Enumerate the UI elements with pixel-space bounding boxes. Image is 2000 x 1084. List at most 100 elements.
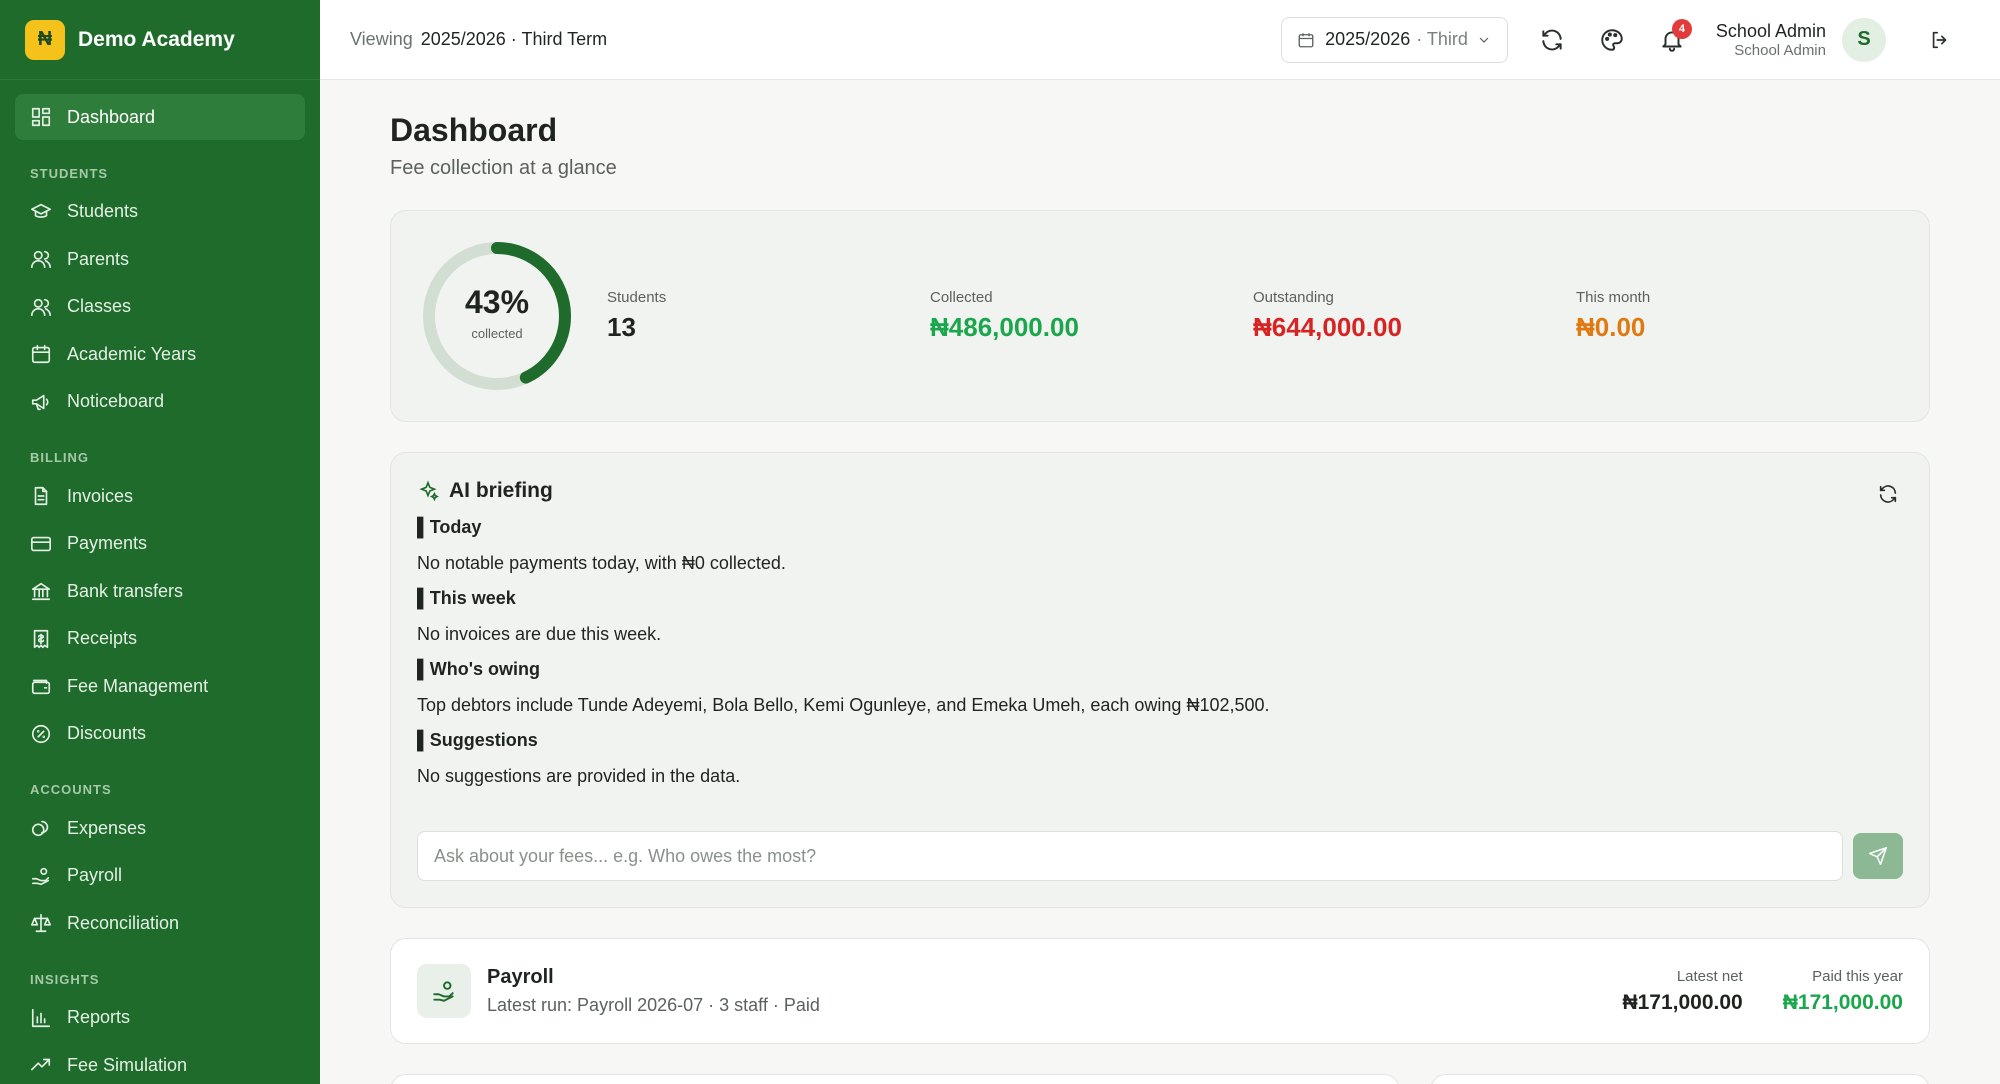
stat-label: Collected [930, 289, 993, 306]
briefing-text-suggestions: No suggestions are provided in the data. [417, 766, 741, 786]
sidebar-item-fee-simulation[interactable]: Fee Simulation [15, 1042, 305, 1084]
page-subtitle: Fee collection at a glance [390, 157, 617, 179]
ring-label: collected [471, 326, 523, 341]
refresh-icon [1877, 483, 1899, 505]
viewing-label: Viewing [350, 29, 413, 49]
sidebar-item-label: Dashboard [67, 106, 156, 127]
sidebar-item-label: Classes [67, 296, 132, 316]
sidebar-item-academic-years[interactable]: Academic Years [15, 331, 305, 377]
sidebar-item-expenses[interactable]: Expenses [15, 805, 305, 851]
stat-this-month: This month ₦0.00 [1576, 289, 1899, 343]
briefing-refresh-button[interactable] [1877, 483, 1899, 510]
user-name: School Admin [1715, 20, 1826, 41]
term-select-year: 2025/2026 [1325, 29, 1411, 49]
calendar-icon [30, 343, 52, 365]
term-select[interactable]: 2025/2026 · Third [1281, 16, 1508, 63]
stat-label: Outstanding [1253, 289, 1334, 306]
sidebar-item-label: Payments [67, 533, 148, 553]
sidebar-item-label: Noticeboard [67, 391, 165, 411]
sidebar-item-receipts[interactable]: Receipts [15, 616, 305, 662]
payroll-title: Payroll [487, 966, 554, 988]
term-select-term: · Third [1416, 29, 1468, 49]
sidebar-item-label: Students [67, 201, 139, 221]
payroll-card[interactable]: Payroll Latest run: Payroll 2026-07 · 3 … [390, 938, 1930, 1044]
sidebar-item-dashboard[interactable]: Dashboard [15, 94, 305, 140]
briefing-heading-week: ▌This week [417, 588, 516, 608]
bottom-cards [390, 1074, 1930, 1084]
payroll-stats: Latest net ₦171,000.00 Paid this year ₦1… [1582, 968, 1903, 1015]
sidebar-item-noticeboard[interactable]: Noticeboard [15, 379, 305, 425]
sidebar-item-label: Expenses [67, 817, 147, 838]
page-title: Dashboard [390, 112, 558, 148]
ask-input[interactable] [417, 831, 1843, 881]
stat-value: ₦171,000.00 [1622, 990, 1743, 1014]
graduation-cap-icon [30, 201, 52, 223]
briefing-text-week: No invoices are due this week. [417, 624, 662, 644]
collected-percent: 43% [464, 284, 530, 320]
sidebar-item-students[interactable]: Students [15, 189, 305, 235]
ask-row [417, 831, 1903, 881]
sparkles-icon [417, 480, 449, 502]
theme-button[interactable] [1582, 17, 1642, 63]
credit-card-icon [30, 533, 52, 555]
briefing-heading-suggestions: ▌Suggestions [417, 730, 538, 750]
dashboard-icon [30, 106, 52, 128]
calendar-icon [1297, 31, 1315, 49]
brand[interactable]: ₦ Demo Academy [0, 0, 320, 80]
sidebar-item-reconciliation[interactable]: Reconciliation [15, 900, 305, 946]
sidebar-item-invoices[interactable]: Invoices [15, 473, 305, 519]
topbar-actions: 2025/2026 · Third 4 School Admin School … [1281, 16, 1970, 63]
viewing-indicator: Viewing 2025/2026 · Third Term [350, 29, 607, 50]
hand-coins-icon [417, 964, 471, 1018]
stat-label: Latest net [1676, 967, 1743, 985]
sidebar-item-payroll[interactable]: Payroll [15, 853, 305, 899]
hand-coins-icon [30, 865, 52, 887]
sync-button[interactable] [1522, 17, 1582, 63]
bar-chart-icon [30, 1007, 52, 1029]
palette-icon [1599, 27, 1625, 53]
sidebar-item-label: Discounts [67, 723, 147, 743]
bottom-card-left [390, 1074, 1400, 1084]
sidebar-item-label: Fee Simulation [67, 1054, 188, 1075]
megaphone-icon [30, 391, 52, 413]
sidebar-item-bank-transfers[interactable]: Bank transfers [15, 568, 305, 614]
stat-value: ₦486,000.00 [930, 312, 1079, 342]
collection-ring: 43% collected [421, 240, 573, 392]
payroll-text: Payroll Latest run: Payroll 2026-07 · 3 … [487, 966, 820, 1016]
file-text-icon [30, 485, 52, 507]
brand-logo: ₦ [25, 19, 65, 60]
sidebar-item-payments[interactable]: Payments [15, 521, 305, 567]
briefing-text-today: No notable payments today, with ₦0 colle… [417, 553, 786, 573]
avatar[interactable]: S [1842, 17, 1886, 62]
bank-icon [30, 580, 52, 602]
stat-label: Students [607, 289, 667, 306]
trending-up-icon [30, 1054, 52, 1076]
send-button[interactable] [1853, 833, 1903, 879]
sidebar-item-label: Parents [67, 248, 130, 269]
stat-label: Paid this year [1812, 967, 1903, 985]
sidebar-item-classes[interactable]: Classes [15, 284, 305, 330]
bottom-card-right [1430, 1074, 1930, 1084]
ai-briefing-card: AI briefing ▌Today No notable payments t… [390, 452, 1930, 908]
briefing-heading-today: ▌Today [417, 517, 482, 537]
sidebar-item-label: Receipts [67, 628, 138, 648]
send-icon [1868, 846, 1888, 866]
user-role: School Admin [1734, 41, 1826, 59]
notifications-button[interactable]: 4 [1642, 17, 1702, 63]
sidebar-item-discounts[interactable]: Discounts [15, 711, 305, 757]
sidebar-item-fee-management[interactable]: Fee Management [15, 663, 305, 709]
sidebar-section-students: STUDENTS [30, 165, 109, 181]
sidebar-item-label: Invoices [67, 485, 134, 506]
sidebar-item-label: Fee Management [67, 675, 209, 696]
sidebar-item-parents[interactable]: Parents [15, 236, 305, 282]
logout-button[interactable] [1910, 17, 1970, 63]
sidebar-nav: Dashboard STUDENTS Students Parents Clas… [0, 80, 320, 1084]
sidebar-item-reports[interactable]: Reports [15, 995, 305, 1041]
briefing-heading-owing: ▌Who's owing [417, 659, 541, 679]
sidebar-section-insights: INSIGHTS [30, 971, 100, 987]
stat-value: ₦644,000.00 [1253, 312, 1402, 342]
user-info[interactable]: School Admin School Admin [1716, 21, 1826, 59]
briefing-header: AI briefing [417, 479, 1903, 503]
stat-value: 13 [607, 312, 636, 342]
stat-label: This month [1576, 289, 1651, 306]
